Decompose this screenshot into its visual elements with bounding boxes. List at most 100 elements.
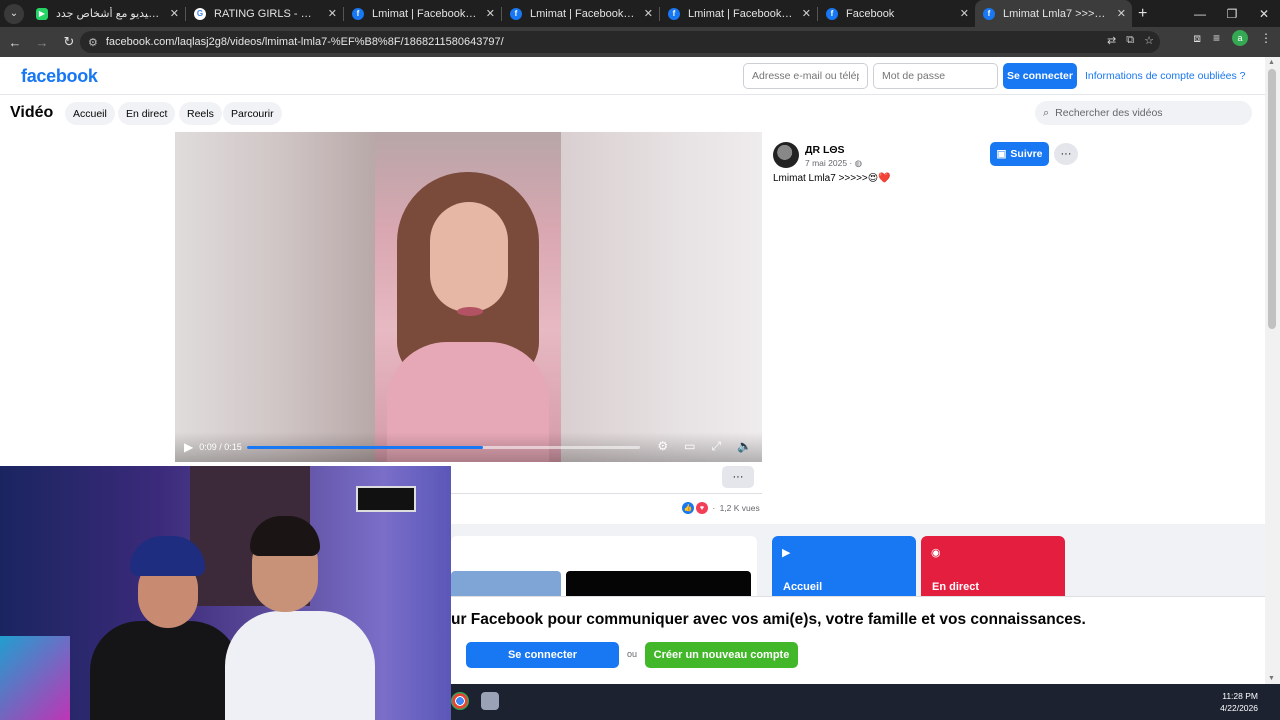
like-reaction-icon: 👍	[682, 502, 694, 514]
reaction-summary[interactable]: 👍 ♥ · 1,2 K vues	[682, 502, 760, 514]
facebook-header: facebook Se connecter Informations de co…	[0, 57, 1265, 95]
login-button[interactable]: Se connecter	[1003, 63, 1077, 89]
google-icon: G	[194, 7, 206, 20]
facebook-icon: f	[352, 7, 364, 20]
close-tab-icon[interactable]: ✕	[170, 7, 179, 20]
video-search-input[interactable]: ⌕ Rechercher des vidéos	[1035, 101, 1252, 125]
create-account-button[interactable]: Créer un nouveau compte	[645, 642, 798, 668]
banner-or-text: ou	[627, 649, 638, 659]
browser-tab[interactable]: f Lmimat | Facebook /لميمات ✕	[344, 0, 501, 27]
follow-button[interactable]: ▣ Suivre	[990, 142, 1049, 166]
divider	[451, 493, 762, 494]
browser-tab[interactable]: f Lmimat | Facebook /لميمات ✕	[660, 0, 817, 27]
captions-icon[interactable]: ▭	[684, 439, 695, 454]
clock-date: 4/22/2026	[1220, 703, 1258, 713]
tab-search-button[interactable]: ⌄	[4, 3, 24, 24]
tab-title: RATING GIRLS - بحث Google	[214, 8, 321, 20]
login-banner: ur Facebook pour communiquer avec vos am…	[451, 596, 1265, 684]
facebook-logo[interactable]: facebook	[21, 66, 98, 87]
video-player[interactable]: ▶ 0:09 / 0:15 ⚙ ▭ ⤢ 🔈	[175, 132, 762, 462]
scrollbar-thumb[interactable]	[1268, 69, 1276, 329]
system-clock[interactable]: 11:28 PM 4/22/2026	[1220, 690, 1258, 714]
fullscreen-icon[interactable]: ⤢	[711, 439, 721, 454]
blurred-background-left	[175, 132, 375, 462]
video-nav: Vidéo Accueil En direct Reels Parcourir …	[0, 95, 1265, 132]
more-options-icon[interactable]: ···	[722, 466, 754, 488]
video-controls: ▶ 0:09 / 0:15 ⚙ ▭ ⤢ 🔈	[175, 432, 762, 462]
banner-login-button[interactable]: Se connecter	[466, 642, 619, 668]
close-tab-icon[interactable]: ✕	[802, 7, 811, 20]
close-tab-icon[interactable]: ✕	[328, 7, 337, 20]
tile-label: Accueil	[783, 581, 823, 593]
volume-icon[interactable]: 🔈	[737, 439, 752, 454]
tab-title: Lmimat | Facebook /لميمات	[688, 8, 795, 20]
reload-button[interactable]: ↻	[57, 30, 81, 54]
close-tab-icon[interactable]: ✕	[644, 7, 653, 20]
post-caption: Lmimat Lmla7 >>>>>😍❤️	[773, 173, 891, 184]
tile-en-direct[interactable]: ◉ En direct	[921, 536, 1065, 596]
tile-accueil[interactable]: ▶ Accueil	[772, 536, 916, 596]
media-controls-icon[interactable]: ≡	[1213, 31, 1220, 45]
tile-label: En direct	[932, 581, 980, 593]
tab-title: Lmimat Lmla7 >>>>>😍❤️ |	[1003, 8, 1110, 20]
more-options-icon[interactable]: ···	[1054, 143, 1078, 165]
post-author[interactable]: ДR LΘS	[805, 144, 845, 156]
tab-accueil[interactable]: Accueil	[65, 102, 115, 125]
tab-en-direct[interactable]: En direct	[118, 102, 176, 125]
tab-title: Lmimat | Facebook /لميمات	[530, 8, 637, 20]
browser-tab-active[interactable]: f Lmimat Lmla7 >>>>>😍❤️ | ✕	[975, 0, 1132, 27]
webcam-neon-light	[0, 636, 70, 720]
chrome-taskbar-icon[interactable]	[451, 692, 469, 710]
video-frame	[375, 132, 561, 462]
facebook-icon: f	[668, 7, 680, 20]
close-tab-icon[interactable]: ✕	[1117, 7, 1126, 20]
restore-icon[interactable]: ❐	[1216, 0, 1248, 27]
chrome-menu-icon[interactable]: ⋮	[1260, 31, 1272, 45]
app-taskbar-icon[interactable]	[481, 692, 499, 710]
close-tab-icon[interactable]: ✕	[486, 7, 495, 20]
live-camera-icon: ◉	[931, 547, 941, 559]
video-thumbnail[interactable]	[566, 571, 751, 596]
install-app-icon[interactable]: ⧉	[1126, 34, 1134, 47]
site-info-icon[interactable]: ⚙	[88, 36, 98, 49]
browser-tab[interactable]: f Facebook ✕	[818, 0, 975, 27]
webcam-person-left	[90, 536, 240, 720]
password-field[interactable]	[873, 63, 998, 89]
tab-title: أراردردشة فيديو مع أشخاص جدد	[56, 8, 163, 20]
browser-tab[interactable]: f Lmimat | Facebook /لميمات ✕	[502, 0, 659, 27]
profile-avatar[interactable]: a	[1232, 30, 1248, 46]
page-scrollbar[interactable]: ▲ ▼	[1265, 57, 1280, 684]
page-title: Vidéo	[10, 104, 54, 121]
close-window-icon[interactable]: ✕	[1248, 0, 1280, 27]
banner-message: ur Facebook pour communiquer avec vos am…	[451, 611, 1086, 628]
search-icon: ⌕	[1043, 106, 1050, 119]
scroll-up-icon[interactable]: ▲	[1268, 59, 1275, 66]
video-progress-bar[interactable]	[247, 446, 640, 449]
minimize-icon[interactable]: —	[1184, 0, 1216, 27]
extensions-icon[interactable]: ⧈	[1193, 31, 1201, 46]
bookmark-star-icon[interactable]: ☆	[1144, 34, 1154, 47]
translate-icon[interactable]: ⇄	[1107, 34, 1116, 47]
tab-reels[interactable]: Reels	[179, 102, 222, 125]
webcam-overlay	[0, 466, 451, 720]
close-tab-icon[interactable]: ✕	[960, 7, 969, 20]
back-button[interactable]: ←	[3, 30, 27, 54]
avatar[interactable]	[773, 142, 799, 168]
forward-button[interactable]: →	[30, 30, 54, 54]
settings-gear-icon[interactable]: ⚙	[657, 439, 668, 454]
new-tab-button[interactable]: +	[1138, 5, 1147, 23]
video-progress-fill	[247, 446, 483, 449]
play-icon[interactable]: ▶	[184, 440, 193, 454]
tab-parcourir[interactable]: Parcourir	[223, 102, 282, 125]
scroll-down-icon[interactable]: ▼	[1268, 675, 1275, 682]
video-thumbnail[interactable]	[451, 571, 561, 596]
facebook-icon: f	[983, 7, 995, 20]
email-field[interactable]	[743, 63, 868, 89]
address-bar[interactable]: ⚙ facebook.com/laqlasj2g8/videos/lmimat-…	[80, 31, 1160, 53]
browser-toolbar: ← → ↻ ⚙ facebook.com/laqlasj2g8/videos/l…	[0, 27, 1280, 57]
browser-tab[interactable]: G RATING GIRLS - بحث Google ✕	[186, 0, 343, 27]
video-subject-face	[430, 202, 508, 312]
forgot-account-link[interactable]: Informations de compte oubliées ?	[1085, 70, 1246, 82]
browser-tab[interactable]: ▶ أراردردشة فيديو مع أشخاص جدد ✕	[28, 0, 185, 27]
video-play-icon: ▶	[782, 547, 791, 559]
